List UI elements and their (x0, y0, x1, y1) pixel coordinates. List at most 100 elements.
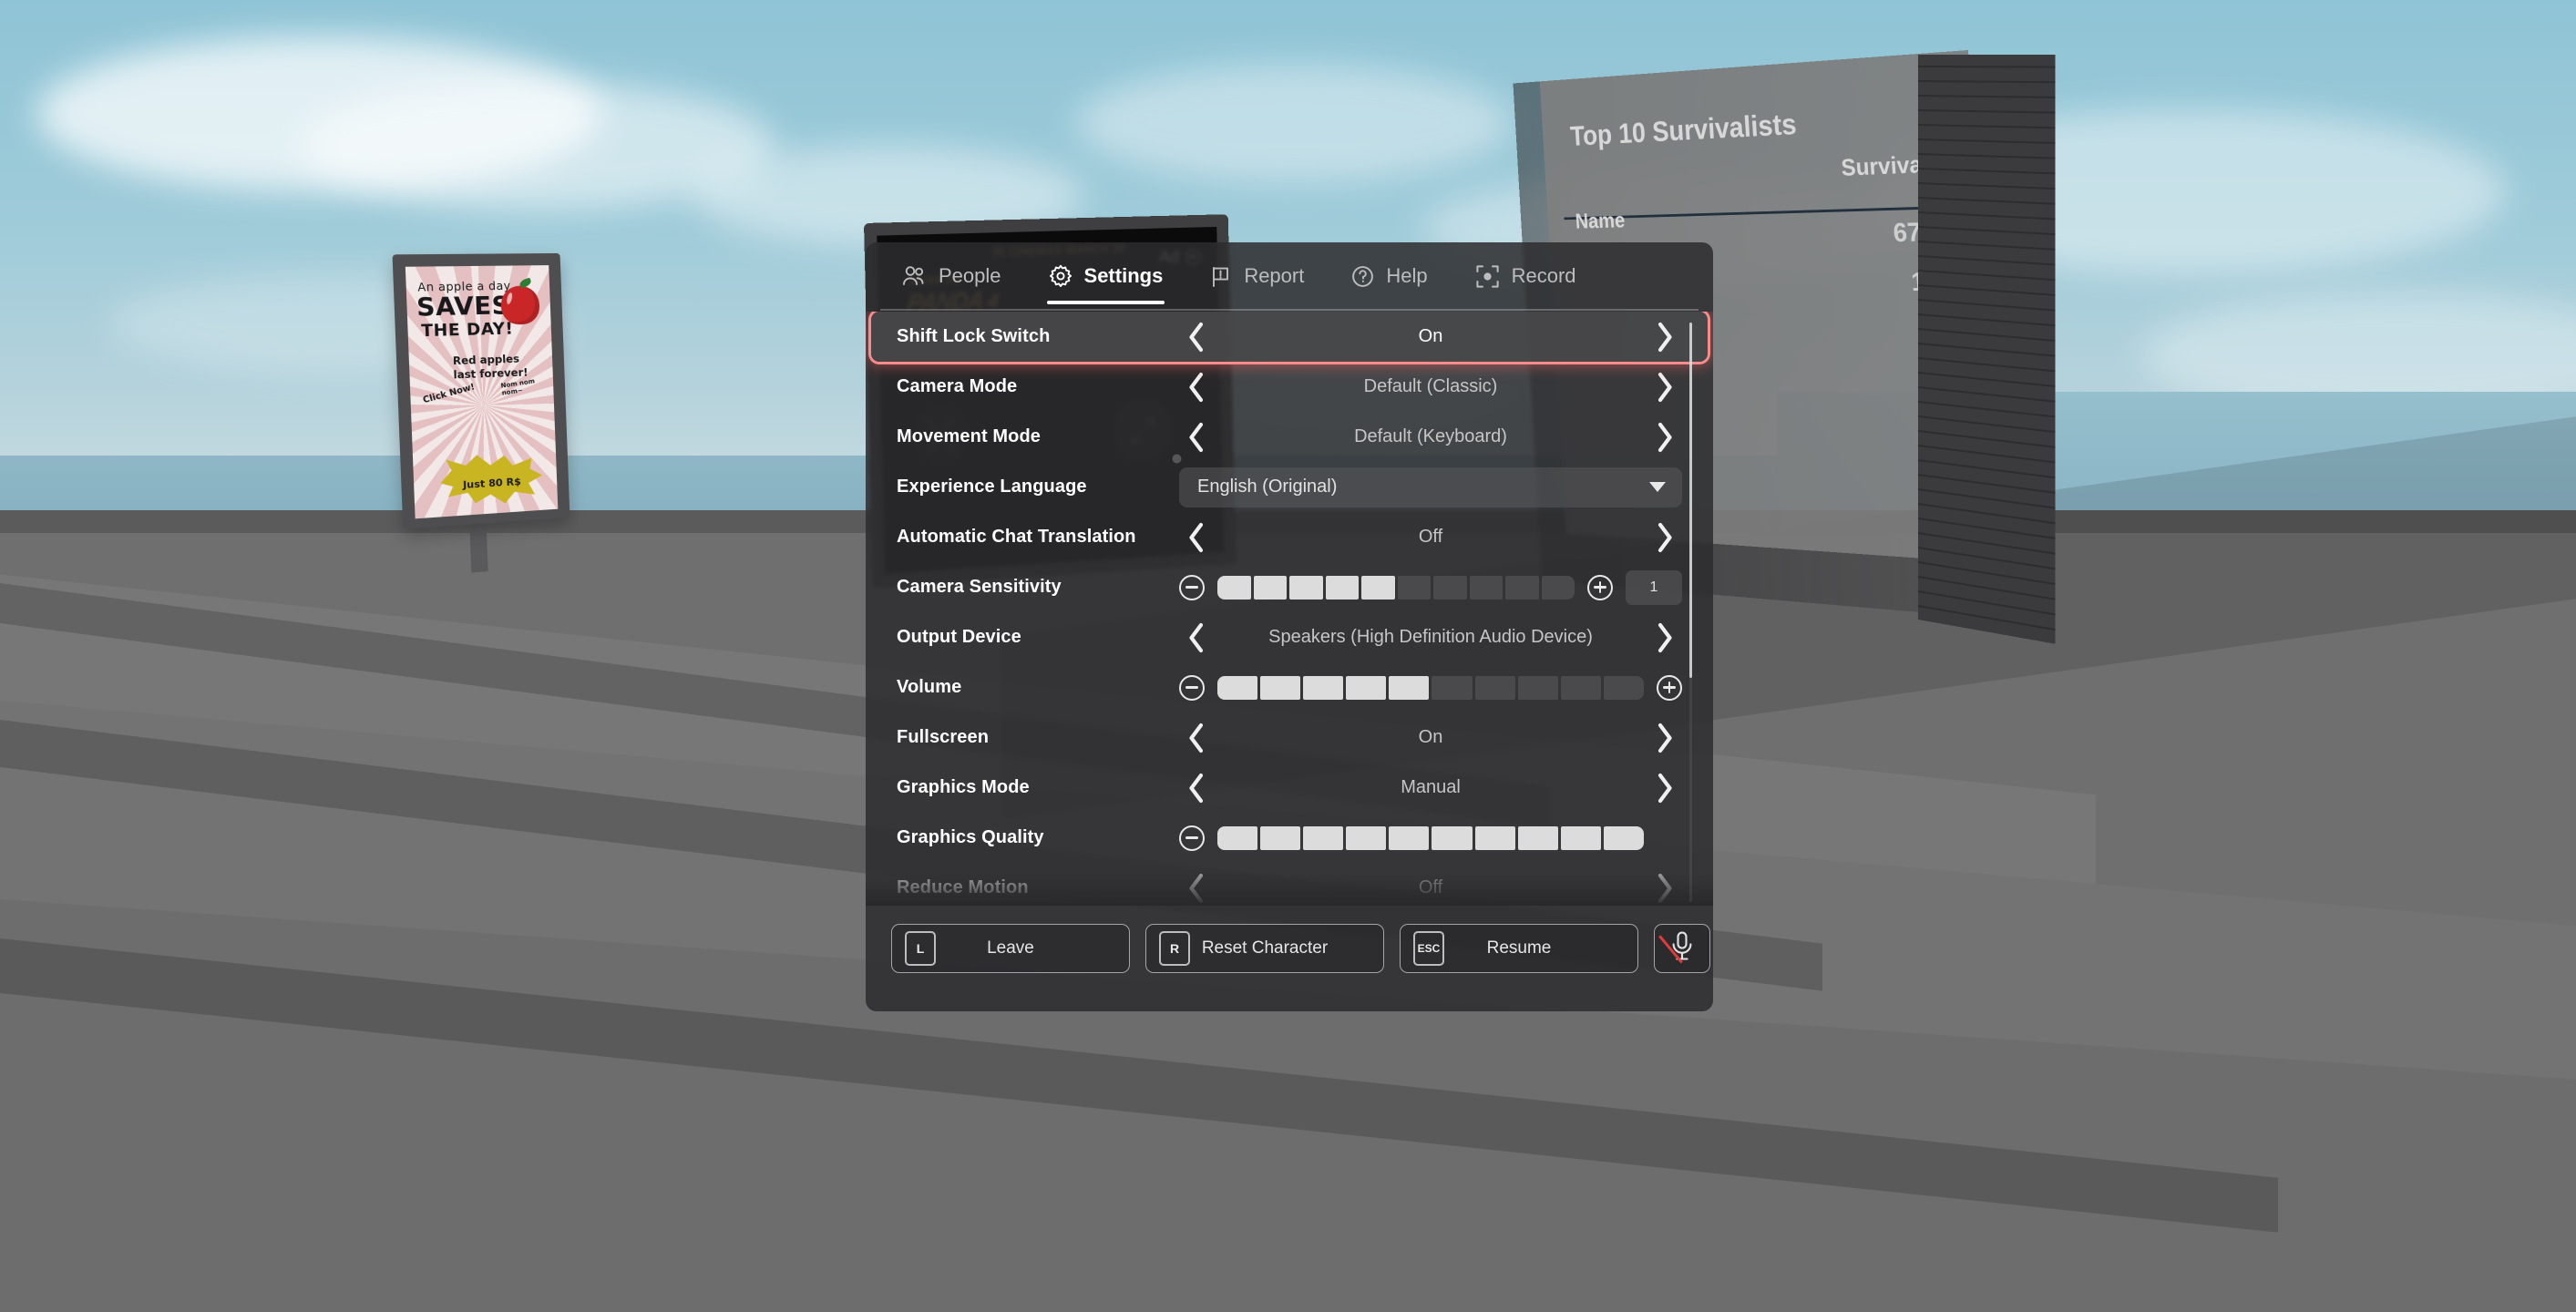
chevron-left-icon[interactable] (1179, 369, 1214, 405)
language-dropdown[interactable]: English (Original) (1179, 466, 1682, 507)
minus-button[interactable] (1179, 674, 1205, 701)
chevron-right-icon[interactable] (1647, 419, 1682, 456)
chevron-left-icon[interactable] (1179, 870, 1214, 907)
settings-row[interactable]: Graphics Quality (866, 813, 1713, 863)
settings-row[interactable]: Fullscreen On (866, 712, 1713, 763)
slider-segment[interactable] (1217, 575, 1251, 600)
slider-segment[interactable] (1433, 575, 1467, 600)
settings-row[interactable]: Volume (866, 662, 1713, 712)
slider-segment[interactable] (1469, 575, 1503, 600)
minus-button[interactable] (1179, 825, 1205, 851)
settings-row[interactable]: Movement Mode Default (Keyboard) (866, 412, 1713, 462)
plus-button[interactable] (1587, 574, 1613, 600)
slider-segment[interactable] (1389, 825, 1430, 850)
apple-billboard[interactable]: An apple a day SAVES THE DAY! Red apples… (392, 252, 570, 573)
slider-segment[interactable] (1474, 825, 1515, 850)
slider-segment[interactable] (1389, 675, 1430, 700)
settings-row-value: On (1418, 326, 1443, 346)
slider-segment[interactable] (1361, 575, 1395, 600)
slider-segment[interactable] (1560, 675, 1601, 700)
chevron-right-icon[interactable] (1647, 319, 1682, 355)
chevron-right-icon[interactable] (1647, 720, 1682, 756)
settings-row-label: Fullscreen (897, 727, 990, 747)
slider-track[interactable] (1217, 825, 1644, 850)
settings-row-label: Camera Sensitivity (897, 577, 1062, 597)
settings-row[interactable]: Camera Mode Default (Classic) (866, 362, 1713, 412)
chevron-left-icon[interactable] (1179, 720, 1214, 756)
settings-row[interactable]: Output Device Speakers (High Definition A… (866, 612, 1713, 662)
chevron-left-icon[interactable] (1179, 419, 1214, 456)
slider-control: 1 (1179, 569, 1682, 605)
chevron-left-icon[interactable] (1179, 519, 1214, 556)
tab-active-underline (1046, 301, 1165, 304)
chevron-left-icon[interactable] (1179, 319, 1214, 355)
microphone-mute-button[interactable] (1654, 924, 1710, 973)
chevron-right-icon[interactable] (1647, 870, 1682, 907)
slider-segment[interactable] (1346, 825, 1387, 850)
settings-row-control: Manual (1179, 768, 1682, 808)
slider-segment[interactable] (1217, 825, 1258, 850)
settings-row[interactable]: Graphics Mode Manual (866, 763, 1713, 813)
slider-segment[interactable] (1346, 675, 1387, 700)
settings-row[interactable]: Automatic Chat Translation Off (866, 512, 1713, 562)
brick-wall (1918, 55, 2056, 644)
slider-segment[interactable] (1253, 575, 1287, 600)
leave-button[interactable]: L Leave (891, 924, 1130, 973)
slider-segment[interactable] (1397, 575, 1431, 600)
chevron-left-icon[interactable] (1179, 770, 1214, 806)
slider-segment[interactable] (1325, 575, 1359, 600)
billboard-face: An apple a day SAVES THE DAY! Red apples… (405, 265, 559, 519)
settings-row-control: Off (1179, 868, 1682, 907)
question-icon (1351, 265, 1374, 288)
settings-row[interactable]: Shift Lock Switch On (871, 312, 1708, 362)
slider-segment[interactable] (1217, 675, 1258, 700)
slider-segment[interactable] (1517, 675, 1558, 700)
reset-character-button[interactable]: R Reset Character (1145, 924, 1384, 973)
chevron-right-icon[interactable] (1647, 770, 1682, 806)
settings-row-label: Output Device (897, 627, 1021, 647)
tab-settings[interactable]: Settings (1025, 242, 1187, 310)
resume-button[interactable]: ESC Resume (1400, 924, 1638, 973)
tab-help[interactable]: Help (1328, 242, 1451, 310)
slider-segment[interactable] (1517, 825, 1558, 850)
tab-help-label: Help (1386, 264, 1428, 287)
slider-segment[interactable] (1289, 575, 1323, 600)
slider-segment[interactable] (1260, 825, 1301, 850)
leaderboard-title: Top 10 Survivalists (1569, 108, 1798, 153)
slider-segment[interactable] (1603, 825, 1644, 850)
slider-segment[interactable] (1432, 675, 1473, 700)
minus-button[interactable] (1179, 574, 1205, 600)
slider-track[interactable] (1217, 675, 1644, 700)
plus-button[interactable] (1657, 674, 1682, 701)
settings-row[interactable]: Reduce Motion Off (866, 863, 1713, 906)
settings-row[interactable]: Camera Sensitivity 1 (866, 562, 1713, 612)
settings-row[interactable]: Experience Language English (Original) (866, 462, 1713, 512)
slider-segment[interactable] (1560, 825, 1601, 850)
slider-track[interactable] (1217, 575, 1575, 600)
resume-button-label: Resume (1486, 938, 1552, 958)
scrollbar-thumb[interactable] (1689, 323, 1692, 678)
record-icon (1475, 264, 1500, 289)
tab-people-label: People (939, 264, 1001, 287)
slider-segment[interactable] (1260, 675, 1301, 700)
apple-ad-line2: SAVES (416, 291, 511, 323)
slider-segment[interactable] (1303, 825, 1344, 850)
slider-control (1179, 825, 1682, 851)
slider-segment[interactable] (1603, 675, 1644, 700)
chevron-left-icon[interactable] (1179, 620, 1214, 656)
chevron-right-icon[interactable] (1647, 519, 1682, 556)
slider-segment[interactable] (1505, 575, 1539, 600)
slider-segment[interactable] (1474, 675, 1515, 700)
tab-report[interactable]: Report (1186, 242, 1328, 310)
tab-record[interactable]: Record (1452, 242, 1600, 310)
slider-segment[interactable] (1541, 575, 1575, 600)
slider-control (1179, 674, 1682, 701)
slider-segment[interactable] (1432, 825, 1473, 850)
apple-icon (500, 285, 540, 325)
chevron-right-icon[interactable] (1647, 369, 1682, 405)
tab-people[interactable]: People (878, 242, 1025, 310)
slider-segment[interactable] (1303, 675, 1344, 700)
chevron-right-icon[interactable] (1647, 620, 1682, 656)
scrollbar[interactable] (1689, 323, 1692, 902)
settings-rows-area: Shift Lock Switch On Camera Mode Default (C… (866, 312, 1713, 906)
